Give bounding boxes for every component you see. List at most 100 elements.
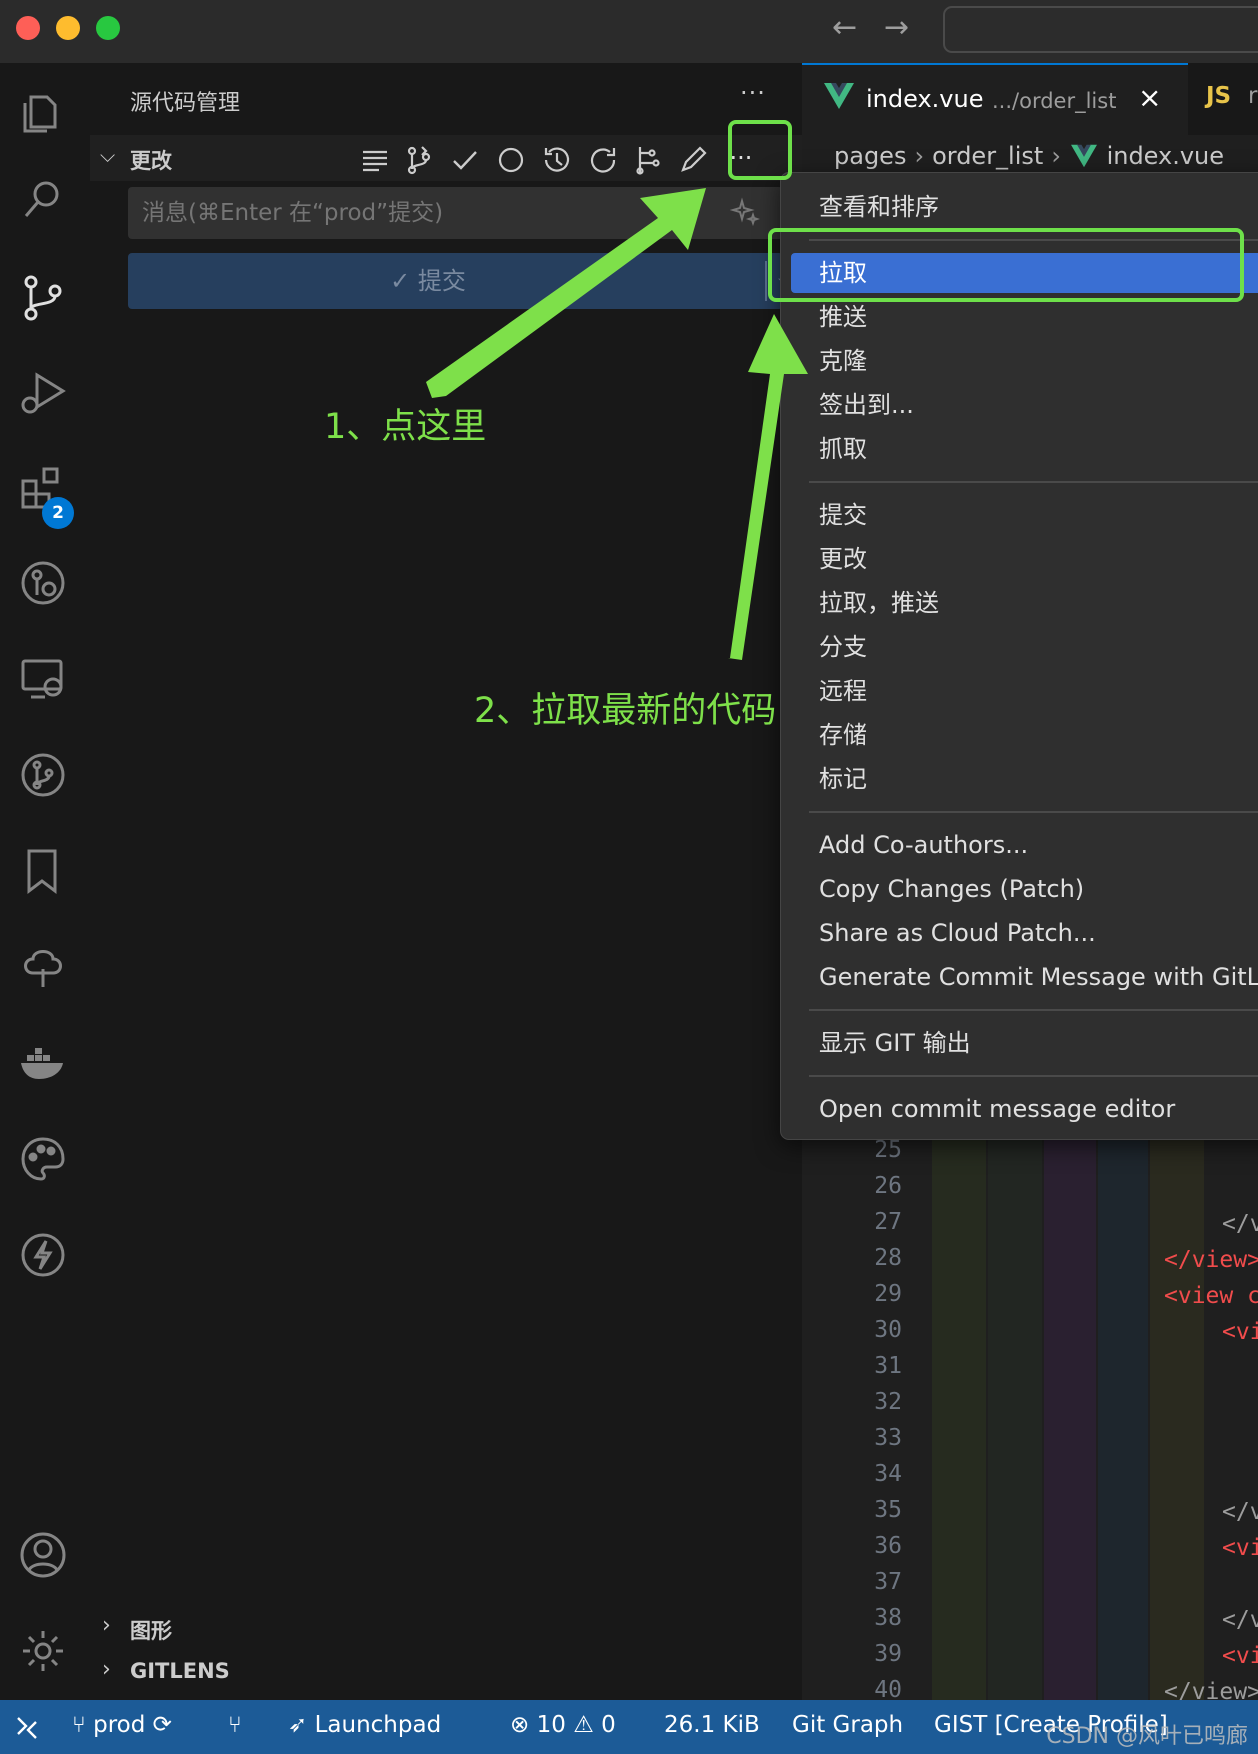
vue-icon (1070, 144, 1097, 168)
annotation-step2: 2、拉取最新的代码 (474, 691, 777, 731)
menu-item-checkout[interactable]: 签出到... (791, 385, 1258, 425)
line-number: 39 (874, 1641, 902, 1667)
menu-item-branch[interactable]: 分支 (791, 627, 1258, 667)
source-control-more-menu: 查看和排序 拉取 推送 克隆 签出到... 抓取 提交 更改 拉取，推送 分支 … (780, 172, 1258, 1140)
menu-item-show-git-output[interactable]: 显示 GIT 输出 (791, 1023, 1258, 1063)
gitlens-icon[interactable] (15, 555, 71, 611)
section-graph[interactable]: › 图形 (90, 1605, 802, 1649)
menu-item-fetch[interactable]: 抓取 (791, 429, 1258, 469)
tree-icon[interactable] (15, 939, 71, 995)
launchpad-indicator[interactable]: ➶ Launchpad (288, 1712, 441, 1738)
tab-js-filename[interactable]: re (1248, 83, 1258, 109)
launchpad-label: Launchpad (314, 1712, 442, 1738)
section-gitlens[interactable]: › GITLENS (90, 1649, 802, 1693)
chevron-right-icon: › (102, 1613, 111, 1638)
menu-divider (809, 1009, 1258, 1011)
panel-title: 源代码管理 (130, 91, 241, 116)
vue-icon (822, 79, 856, 113)
settings-gear-icon[interactable] (15, 1623, 71, 1679)
remote-explorer-icon[interactable] (15, 651, 71, 707)
menu-item-tags[interactable]: 标记 (791, 759, 1258, 799)
view-as-list-icon[interactable] (358, 143, 392, 177)
sync-icon: ⟳ (152, 1712, 172, 1738)
title-bar: ← → (0, 0, 1258, 63)
problems-indicator[interactable]: ⊗ 10 ⚠ 0 (510, 1712, 616, 1738)
line-number: 36 (874, 1533, 902, 1559)
tab-filename: index.vue (866, 85, 984, 113)
code-fragment: </v (1222, 1607, 1258, 1633)
sparkle-icon[interactable] (729, 197, 761, 227)
commit-button[interactable]: ✓ 提交 ⌵ (128, 253, 793, 309)
account-icon[interactable] (15, 1527, 71, 1583)
menu-item-view-sort[interactable]: 查看和排序 (791, 187, 1258, 227)
remote-indicator[interactable] (0, 1700, 54, 1754)
close-icon[interactable]: × (1138, 81, 1161, 114)
line-number: 35 (874, 1497, 902, 1523)
source-control-panel: 源代码管理 ··· ⌵ 更改 ··· ✓ (90, 63, 802, 1700)
source-control-icon[interactable] (15, 269, 71, 325)
circle-icon[interactable] (494, 143, 528, 177)
explorer-icon[interactable] (15, 83, 71, 139)
menu-item-clone[interactable]: 克隆 (791, 341, 1258, 381)
lightning-icon[interactable] (15, 1227, 71, 1283)
menu-item-commit[interactable]: 提交 (791, 495, 1258, 535)
menu-item-share-cloud-patch[interactable]: Share as Cloud Patch... (791, 913, 1258, 953)
git-graph-button[interactable]: Git Graph (792, 1712, 903, 1738)
code-fragment: <view c (1164, 1283, 1258, 1309)
search-icon[interactable] (15, 171, 71, 227)
menu-item-generate-commit-message[interactable]: Generate Commit Message with GitLens (791, 957, 1258, 997)
branch-icon: ⑂ (72, 1712, 86, 1738)
branch-indicator[interactable]: ⑂ prod ⟳ (72, 1712, 172, 1738)
command-center-search[interactable] (943, 6, 1258, 53)
menu-divider (809, 811, 1258, 813)
section-graph-label: 图形 (130, 1619, 172, 1643)
minimize-window-button[interactable] (56, 16, 80, 40)
tab-path: .../order_list (992, 89, 1117, 113)
graph-view-icon[interactable] (630, 143, 664, 177)
indent-guide (1150, 1135, 1204, 1754)
menu-item-open-commit-editor[interactable]: Open commit message editor (791, 1089, 1258, 1129)
file-size: 26.1 KiB (664, 1712, 760, 1738)
breadcrumb-item[interactable]: pages (834, 142, 906, 170)
git-graph-icon[interactable] (15, 747, 71, 803)
code-fragment: <vi (1222, 1643, 1258, 1669)
breadcrumb-item[interactable]: index.vue (1107, 142, 1224, 170)
commit-check-icon[interactable] (448, 143, 482, 177)
palette-icon[interactable] (15, 1131, 71, 1187)
back-arrow-icon[interactable]: ← (832, 10, 857, 46)
branch-compare-icon[interactable] (402, 143, 436, 177)
panel-more-actions-button[interactable]: ··· (740, 79, 766, 107)
run-debug-icon[interactable] (15, 363, 71, 419)
menu-item-stash[interactable]: 存储 (791, 715, 1258, 755)
changes-header[interactable]: ⌵ 更改 ··· (90, 135, 802, 181)
tab-index-vue[interactable]: index.vue .../order_list × (802, 63, 1188, 135)
line-number: 38 (874, 1605, 902, 1631)
warning-icon: ⚠ (573, 1712, 594, 1738)
annotation-step1: 1、点这里 (324, 407, 487, 447)
edit-pencil-icon[interactable] (676, 143, 710, 177)
changes-label: 更改 (130, 149, 172, 173)
chevron-down-icon[interactable]: ⌵ (100, 143, 115, 167)
error-count: 10 (536, 1712, 566, 1738)
menu-item-changes[interactable]: 更改 (791, 539, 1258, 579)
docker-icon[interactable] (15, 1035, 71, 1091)
code-fragment: <vi (1222, 1319, 1258, 1345)
menu-item-copy-changes[interactable]: Copy Changes (Patch) (791, 869, 1258, 909)
menu-item-pull-push[interactable]: 拉取，推送 (791, 583, 1258, 623)
chevron-right-icon: › (102, 1657, 111, 1682)
bookmarks-icon[interactable] (15, 843, 71, 899)
forward-arrow-icon[interactable]: → (884, 10, 909, 46)
js-icon: JS (1206, 83, 1232, 109)
code-fragment: </v (1222, 1211, 1258, 1237)
compare-icon[interactable]: ⑂ (228, 1712, 242, 1738)
menu-item-push[interactable]: 推送 (791, 297, 1258, 337)
menu-item-remote[interactable]: 远程 (791, 671, 1258, 711)
history-icon[interactable] (540, 143, 574, 177)
close-window-button[interactable] (16, 16, 40, 40)
menu-item-add-co-authors[interactable]: Add Co-authors... (791, 825, 1258, 865)
breadcrumb-item[interactable]: order_list (932, 142, 1043, 170)
maximize-window-button[interactable] (96, 16, 120, 40)
refresh-icon[interactable] (586, 143, 620, 177)
chevron-right-icon: › (914, 142, 925, 170)
commit-message-input[interactable] (128, 187, 783, 239)
